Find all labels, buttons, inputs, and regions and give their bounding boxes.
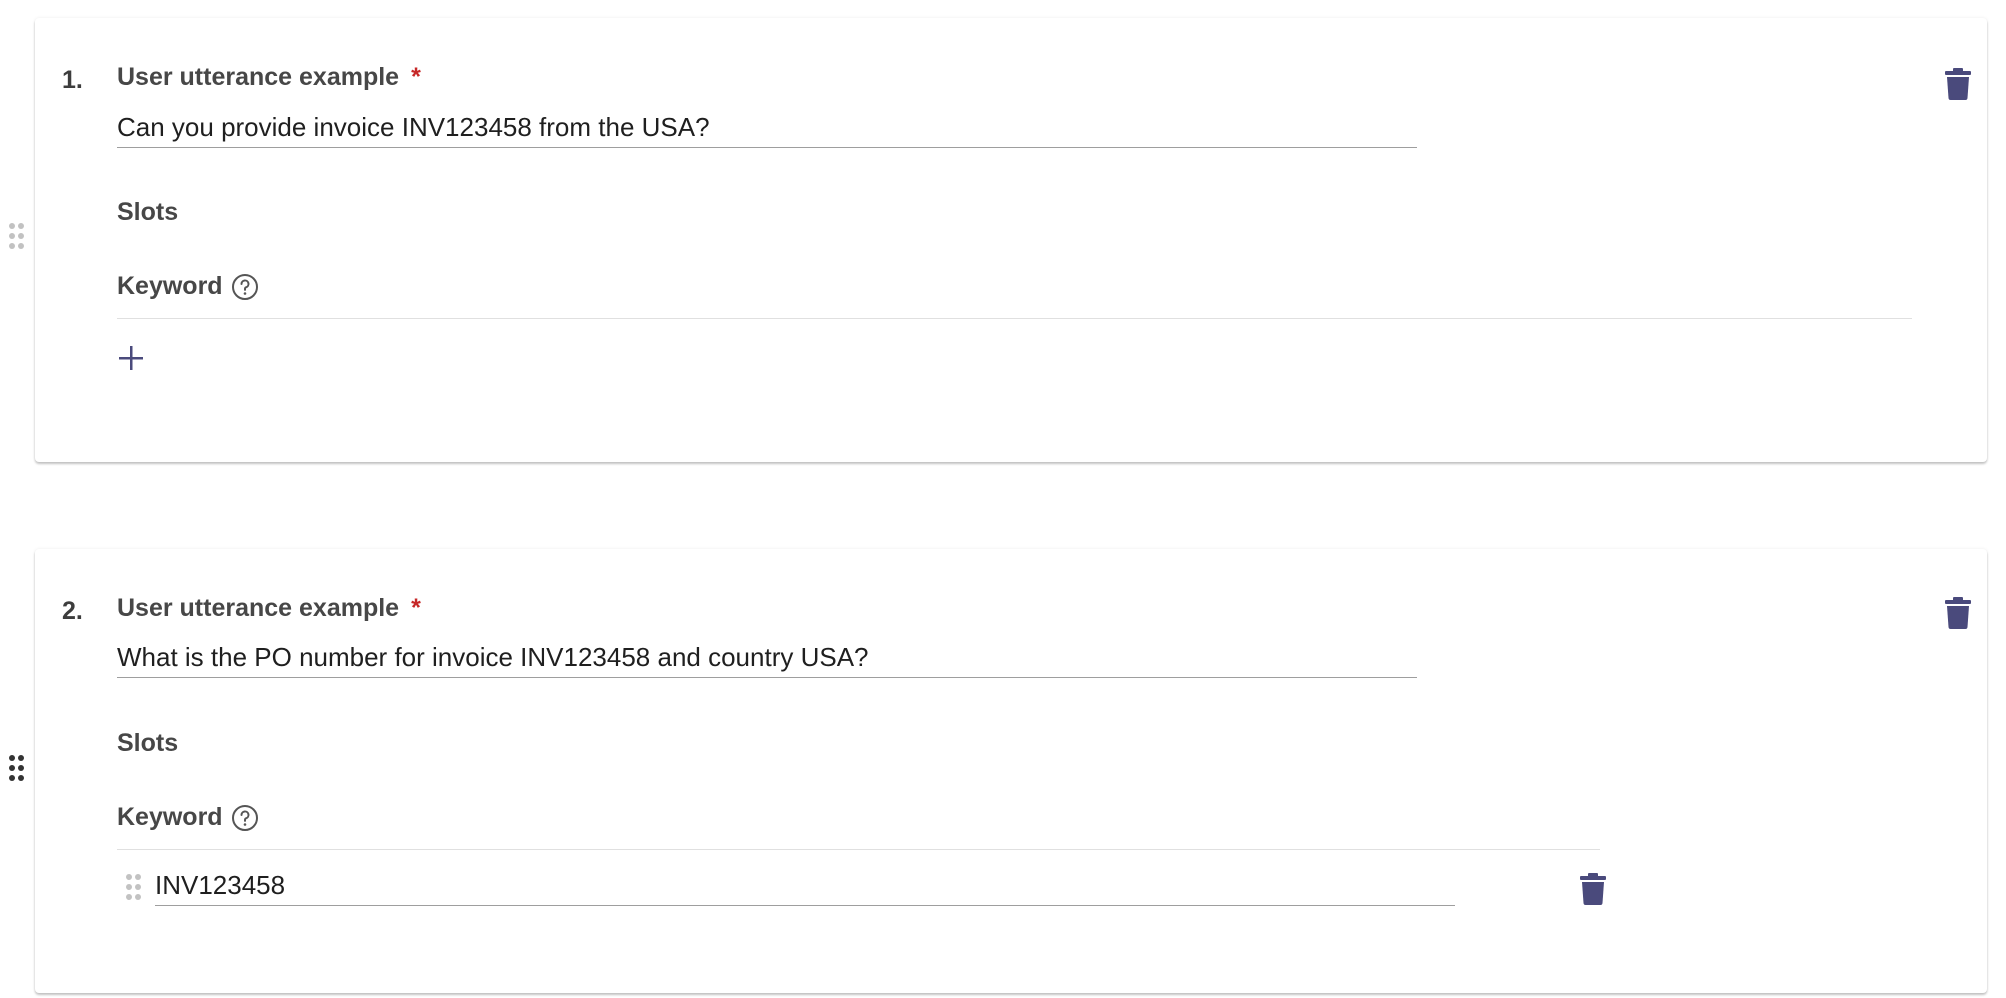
utterance-example-card: 2. User utterance example* Slots Keyword xyxy=(35,549,1987,993)
drag-handle-icon[interactable] xyxy=(8,222,25,250)
required-marker: * xyxy=(411,594,421,622)
help-circle-icon[interactable] xyxy=(231,804,259,832)
drag-handle-icon[interactable] xyxy=(8,754,25,782)
keyword-drag-handle-icon[interactable] xyxy=(125,873,142,901)
required-marker: * xyxy=(411,63,421,91)
trash-icon xyxy=(1945,68,1971,100)
keyword-divider xyxy=(117,849,1600,850)
add-keyword-button[interactable] xyxy=(113,340,149,376)
keyword-header: Keyword xyxy=(117,272,259,301)
delete-keyword-button[interactable] xyxy=(1575,869,1611,909)
keyword-label: Keyword xyxy=(117,272,223,300)
utterance-example-card: 1. User utterance example* Slots Keyword xyxy=(35,18,1987,462)
utterance-label: User utterance example * xyxy=(117,594,421,622)
keyword-header: Keyword xyxy=(117,803,259,832)
keyword-divider xyxy=(117,318,1912,319)
example-index: 1. xyxy=(62,66,83,94)
trash-icon xyxy=(1580,873,1606,905)
delete-example-button[interactable] xyxy=(1940,593,1976,633)
utterance-input[interactable] xyxy=(117,107,1417,148)
keyword-label: Keyword xyxy=(117,803,223,831)
slots-label: Slots xyxy=(117,198,179,226)
help-circle-icon[interactable] xyxy=(231,273,259,301)
delete-example-button[interactable] xyxy=(1940,64,1976,104)
example-index: 2. xyxy=(62,597,83,625)
utterance-input[interactable] xyxy=(117,637,1417,678)
utterance-label: User utterance example * xyxy=(117,63,421,91)
slots-label: Slots xyxy=(117,729,179,757)
utterance-examples-page: 1. User utterance example* Slots Keyword xyxy=(0,0,2006,998)
keyword-input[interactable] xyxy=(155,865,1455,906)
plus-icon xyxy=(119,346,143,370)
trash-icon xyxy=(1945,597,1971,629)
